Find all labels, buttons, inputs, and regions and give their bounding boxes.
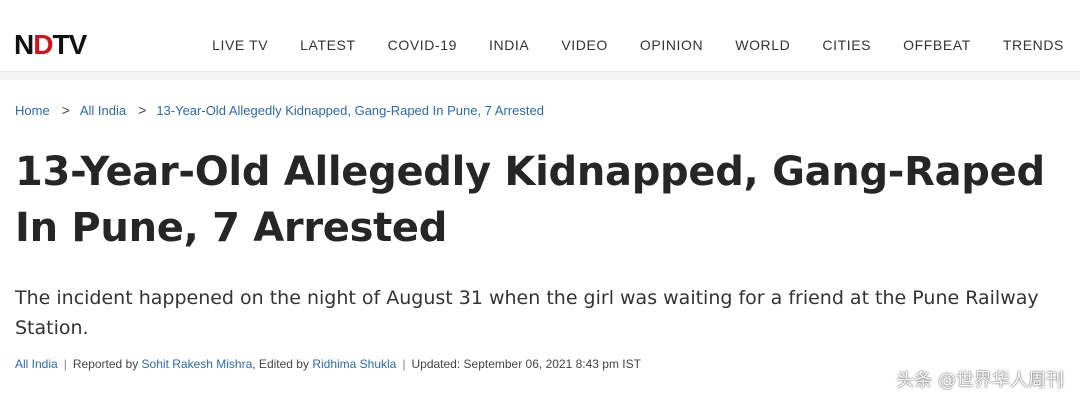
- logo-letter-n: N: [14, 29, 34, 60]
- site-header: NDTV LIVE TV LATEST COVID-19 INDIA VIDEO…: [0, 0, 1080, 72]
- breadcrumb: Home > All India > 13-Year-Old Allegedly…: [15, 102, 544, 118]
- article-headline: 13-Year-Old Allegedly Kidnapped, Gang-Ra…: [15, 149, 1045, 251]
- breadcrumb-separator-icon: >: [138, 102, 147, 118]
- byline-section-link[interactable]: All India: [15, 357, 58, 371]
- breadcrumb-current-link[interactable]: 13-Year-Old Allegedly Kidnapped, Gang-Ra…: [156, 103, 544, 118]
- article-summary: The incident happened on the night of Au…: [15, 287, 1039, 339]
- nav-item-live-tv[interactable]: LIVE TV: [212, 37, 268, 53]
- byline-divider: |: [63, 357, 67, 371]
- logo-letter-d: D: [33, 29, 53, 60]
- byline-editor-link[interactable]: Ridhima Shukla: [312, 357, 396, 371]
- breadcrumb-section-link[interactable]: All India: [80, 103, 126, 118]
- byline-updated-timestamp: Updated: September 06, 2021 8:43 pm IST: [411, 357, 641, 371]
- byline-divider: |: [402, 357, 406, 371]
- source-watermark: 头条 @世界华人周刊: [896, 370, 1064, 391]
- byline-reporter-link[interactable]: Sohit Rakesh Mishra: [142, 357, 253, 371]
- nav-item-trends[interactable]: TRENDS: [1003, 37, 1064, 53]
- nav-item-india[interactable]: INDIA: [489, 37, 529, 53]
- nav-item-offbeat[interactable]: OFFBEAT: [903, 37, 971, 53]
- nav-item-opinion[interactable]: OPINION: [640, 37, 703, 53]
- byline-reported-label: Reported by: [72, 357, 139, 371]
- nav-item-world[interactable]: WORLD: [735, 37, 790, 53]
- breadcrumb-home-link[interactable]: Home: [15, 103, 50, 118]
- logo-letters-tv: TV: [52, 29, 87, 60]
- nav-item-video[interactable]: VIDEO: [561, 37, 608, 53]
- nav-item-latest[interactable]: LATEST: [300, 37, 355, 53]
- article-byline: All India | Reported by Sohit Rakesh Mishr…: [15, 357, 641, 371]
- ndtv-logo[interactable]: NDTV: [14, 31, 87, 59]
- nav-item-covid-19[interactable]: COVID-19: [388, 37, 457, 53]
- article-card: Home > All India > 13-Year-Old Allegedly…: [0, 80, 1080, 408]
- nav-item-cities[interactable]: CITIES: [822, 37, 871, 53]
- byline-edited-label: , Edited by: [252, 357, 309, 371]
- main-nav: LIVE TV LATEST COVID-19 INDIA VIDEO OPIN…: [180, 37, 1064, 53]
- breadcrumb-separator-icon: >: [61, 102, 70, 118]
